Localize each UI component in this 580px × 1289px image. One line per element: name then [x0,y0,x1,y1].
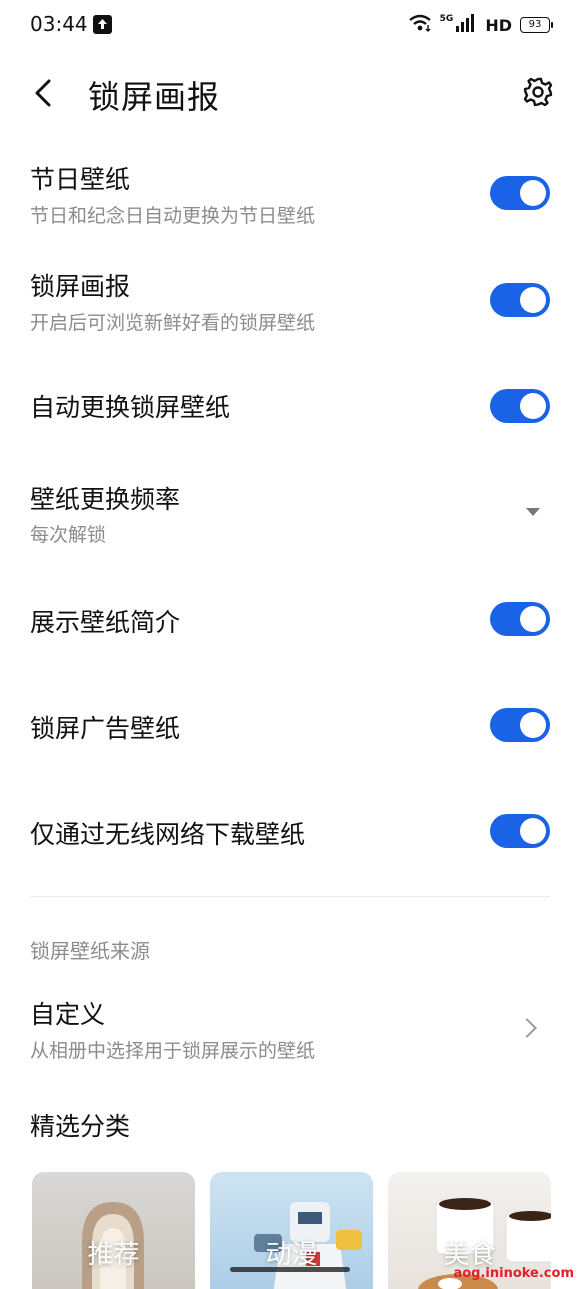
watermark: aog.ininoke.com [453,1266,574,1281]
home-indicator[interactable] [230,1267,350,1272]
holiday-wallpaper-toggle[interactable] [490,176,550,210]
lockscreen-magazine-toggle[interactable] [490,283,550,317]
setting-row-ad-wallpaper[interactable]: 锁屏广告壁纸 [0,691,580,761]
setting-row-wifi-only-download[interactable]: 仅通过无线网络下载壁纸 [0,797,580,867]
setting-subtitle: 节日和纪念日自动更换为节日壁纸 [30,205,316,227]
setting-row-holiday-wallpaper[interactable]: 节日壁纸 节日和纪念日自动更换为节日壁纸 [0,155,580,235]
setting-title: 壁纸更换频率 [30,485,181,514]
setting-title: 自定义 [30,1000,106,1029]
setting-title: 节日壁纸 [30,165,131,194]
section-label-wallpaper-source: 锁屏壁纸来源 [30,939,150,963]
app-header: 锁屏画报 [0,60,580,130]
setting-subtitle: 每次解锁 [30,524,107,546]
setting-subtitle: 从相册中选择用于锁屏展示的壁纸 [30,1040,316,1062]
chevron-left-icon [31,78,55,112]
toggle-knob [520,606,546,632]
toggle-knob [520,287,546,313]
setting-title: 展示壁纸简介 [30,608,181,637]
category-label: 推荐 [87,1240,140,1270]
category-card-recommended[interactable]: 推荐 [32,1172,195,1289]
setting-row-auto-change-wallpaper[interactable]: 自动更换锁屏壁纸 [0,370,580,440]
category-label: 动漫 [265,1240,318,1270]
signal-icon [455,14,477,36]
setting-title: 自动更换锁屏壁纸 [30,393,231,422]
toggle-knob [520,818,546,844]
status-bar: 03:44 5G HD 93 [0,0,580,50]
gear-icon [522,76,554,112]
setting-title: 仅通过无线网络下载壁纸 [30,820,306,849]
page-title: 锁屏画报 [88,78,221,116]
dropdown-arrow-icon[interactable] [526,508,540,516]
wifi-icon [408,14,432,36]
setting-title: 锁屏广告壁纸 [30,714,181,743]
chevron-right-icon [517,1018,537,1038]
section-divider [30,896,550,897]
status-indicators: 5G HD 93 [408,14,553,36]
setting-row-custom-source[interactable]: 自定义 从相册中选择用于锁屏展示的壁纸 [0,990,580,1070]
toggle-knob [520,393,546,419]
arch-image [82,1202,144,1289]
back-button[interactable] [22,74,64,116]
setting-row-lockscreen-magazine[interactable]: 锁屏画报 开启后可浏览新鲜好看的锁屏壁纸 [0,262,580,342]
setting-row-show-wallpaper-intro[interactable]: 展示壁纸简介 [0,585,580,655]
hd-label: HD [485,15,512,35]
setting-title: 锁屏画报 [30,272,131,301]
wifi-only-download-toggle[interactable] [490,814,550,848]
status-time: 03:44 [30,12,88,36]
ad-wallpaper-toggle[interactable] [490,708,550,742]
auto-change-wallpaper-toggle[interactable] [490,389,550,423]
setting-subtitle: 开启后可浏览新鲜好看的锁屏壁纸 [30,312,316,334]
network-type-label: 5G [439,14,454,24]
battery-icon: 93 [520,17,553,33]
upload-notification-icon [93,15,112,34]
settings-button[interactable] [516,72,560,116]
setting-row-change-frequency[interactable]: 壁纸更换频率 每次解锁 [0,475,580,555]
toggle-knob [520,712,546,738]
show-wallpaper-intro-toggle[interactable] [490,602,550,636]
featured-categories-heading: 精选分类 [30,1112,131,1141]
toggle-knob [520,180,546,206]
